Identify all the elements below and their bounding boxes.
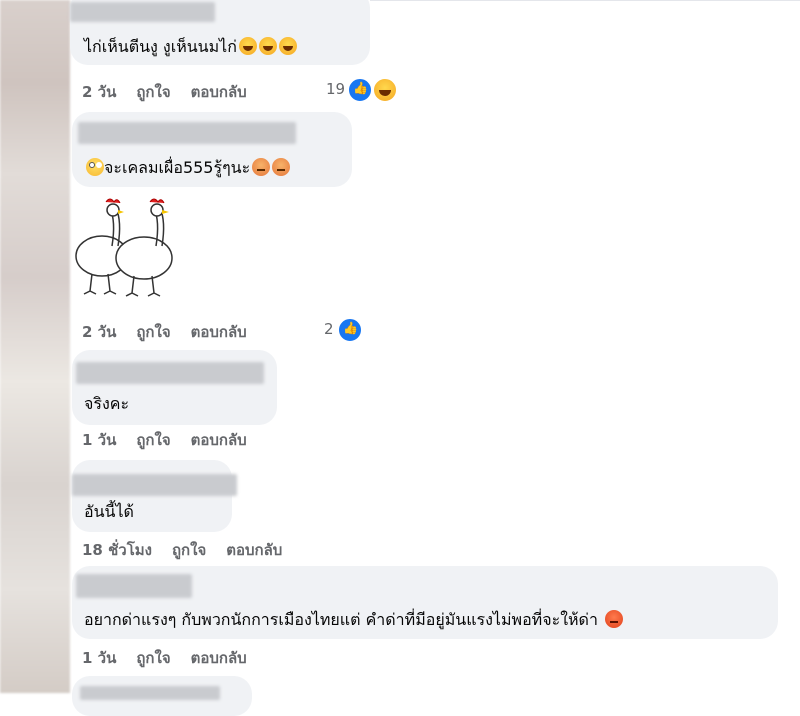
angry-emoji-icon	[252, 158, 271, 176]
commenter-name-redacted	[78, 122, 296, 144]
commenter-name-redacted	[76, 362, 264, 384]
divider	[370, 0, 800, 1]
laughing-emoji-icon	[258, 37, 277, 55]
like-link[interactable]: ถูกใจ	[136, 649, 170, 667]
comment-time[interactable]: 2 วัน	[82, 83, 116, 101]
comment-text: ไก่เห็นตีนงู งูเห็นนมไก่	[84, 35, 297, 60]
comment-actions: 2 วัน ถูกใจ ตอบกลับ	[82, 320, 267, 344]
comment-text: อันนี้ได้	[84, 502, 134, 521]
comment-text: จริงคะ	[84, 394, 130, 413]
commenter-name-redacted	[72, 474, 237, 496]
reaction-count[interactable]: 2	[324, 320, 334, 338]
like-icon	[337, 317, 363, 343]
reply-link[interactable]: ตอบกลับ	[226, 541, 282, 559]
comment-text: อยากด่าแรงๆ กับพวกนักการเมืองไทยแต่ คำด่…	[84, 608, 624, 633]
like-icon	[347, 77, 373, 103]
reaction-count[interactable]: 19	[326, 80, 345, 98]
comment-time[interactable]: 18 ชั่วโมง	[82, 541, 152, 559]
eye-roll-emoji-icon	[86, 158, 104, 176]
comment-bubble: จริงคะ	[72, 350, 277, 425]
blurred-background-strip	[0, 0, 70, 693]
comment-bubble: อยากด่าแรงๆ กับพวกนักการเมืองไทยแต่ คำด่…	[72, 566, 778, 639]
like-link[interactable]: ถูกใจ	[172, 541, 206, 559]
haha-icon	[372, 77, 398, 103]
comment-actions: 18 ชั่วโมง ถูกใจ ตอบกลับ	[82, 538, 302, 562]
two-chickens-sticker[interactable]	[72, 196, 192, 306]
commenter-name-redacted	[76, 574, 192, 598]
comment-text: จะเคลมเผื่อ555รู้ๆนะ	[84, 156, 291, 181]
comment-actions: 1 วัน ถูกใจ ตอบกลับ	[82, 428, 267, 452]
reply-link[interactable]: ตอบกลับ	[191, 83, 247, 101]
reply-link[interactable]: ตอบกลับ	[191, 323, 247, 341]
laughing-emoji-icon	[278, 37, 297, 55]
angry-face-emoji-icon	[605, 610, 624, 628]
comment-time[interactable]: 1 วัน	[82, 649, 116, 667]
like-link[interactable]: ถูกใจ	[136, 323, 170, 341]
like-link[interactable]: ถูกใจ	[136, 83, 170, 101]
commenter-name-redacted	[70, 2, 215, 22]
comment-bubble: ไก่เห็นตีนงู งูเห็นนมไก่	[70, 0, 370, 65]
comment-bubble: อันนี้ได้	[72, 460, 237, 532]
comment-time[interactable]: 1 วัน	[82, 431, 116, 449]
reply-link[interactable]: ตอบกลับ	[191, 431, 247, 449]
comment-bubble-partial	[72, 676, 252, 716]
commenter-name-redacted	[80, 686, 220, 700]
reply-link[interactable]: ตอบกลับ	[191, 649, 247, 667]
laughing-emoji-icon	[238, 37, 257, 55]
like-link[interactable]: ถูกใจ	[136, 431, 170, 449]
comment-actions: 1 วัน ถูกใจ ตอบกลับ	[82, 646, 267, 670]
comment-time[interactable]: 2 วัน	[82, 323, 116, 341]
comment-bubble: จะเคลมเผื่อ555รู้ๆนะ	[72, 112, 352, 187]
comment-actions: 2 วัน ถูกใจ ตอบกลับ	[82, 80, 267, 104]
angry-emoji-icon	[272, 158, 291, 176]
